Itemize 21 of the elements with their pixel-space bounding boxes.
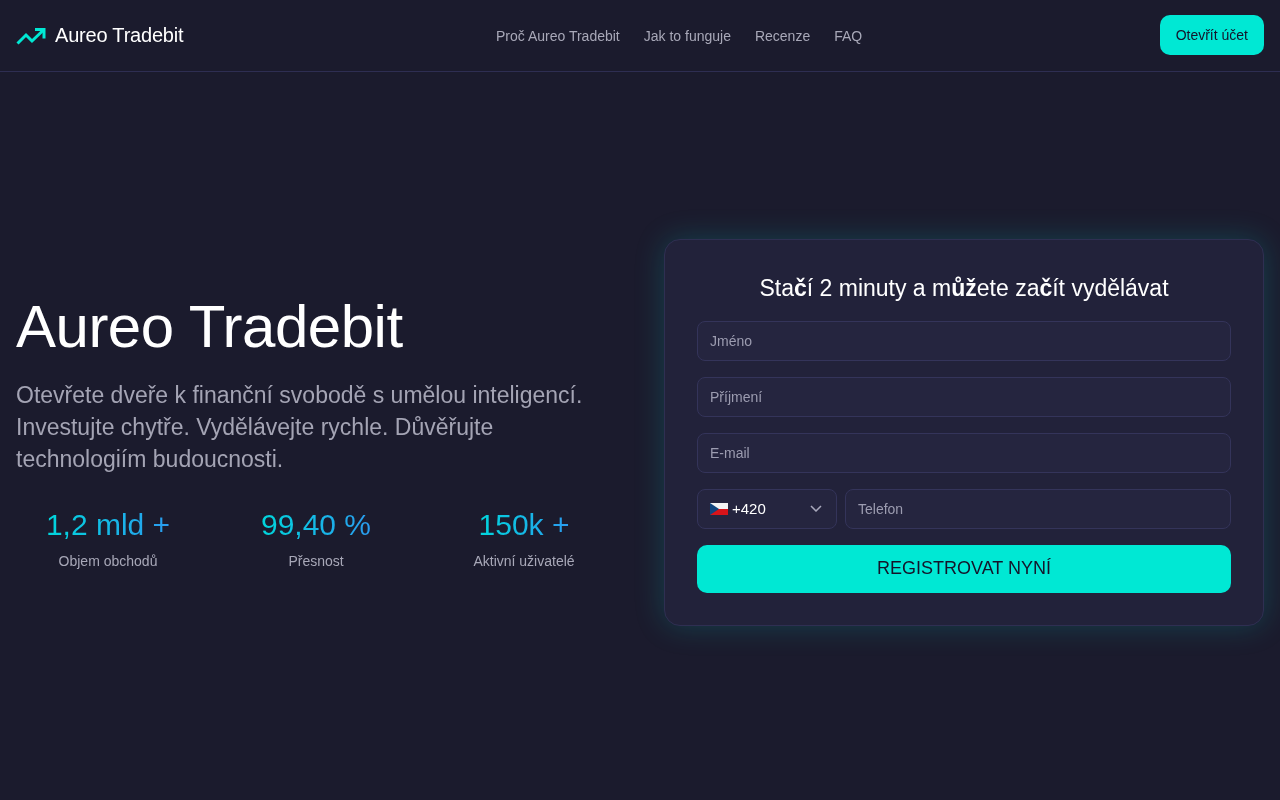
open-account-button[interactable]: Otevřít účet bbox=[1159, 15, 1264, 55]
hero-subtitle: Otevřete dveře k finanční svobodě s umělou inteligencí. Investujte chytře. Vydělávejte rychle. Důvěřujte technologiím budoucnosti. bbox=[16, 381, 584, 474]
phone-input-field[interactable]: Telefon bbox=[845, 488, 1231, 529]
country-code-select[interactable]: +420 bbox=[697, 488, 837, 529]
register-button[interactable]: REGISTROVAT NYNÍ bbox=[697, 544, 1231, 593]
hero-title: Aureo Tradebit bbox=[16, 292, 404, 362]
nav-link[interactable]: FAQ bbox=[834, 26, 863, 46]
trending-up-icon bbox=[16, 26, 46, 45]
chevron-down-icon bbox=[810, 505, 822, 512]
text-input-field[interactable]: E-mail bbox=[697, 432, 1231, 473]
text-input-field[interactable]: Příjmení bbox=[697, 376, 1231, 417]
nav-link[interactable]: Recenze bbox=[754, 26, 811, 46]
nav-link[interactable]: Proč Aureo Tradebit bbox=[496, 26, 620, 46]
text-input-field[interactable]: Jméno bbox=[697, 320, 1231, 361]
stat-label: Aktivní uživatelé bbox=[473, 552, 575, 571]
nav-link[interactable]: Jak to funguje bbox=[643, 26, 731, 46]
stat-label: Objem obchodů bbox=[58, 552, 158, 571]
stat-label: Přesnost bbox=[288, 552, 344, 571]
flag-icon bbox=[710, 502, 728, 515]
form-title: Stačí 2 minuty a můžete začít vydělávat bbox=[758, 273, 1170, 303]
logo-text[interactable]: Aureo Tradebit bbox=[55, 24, 184, 47]
